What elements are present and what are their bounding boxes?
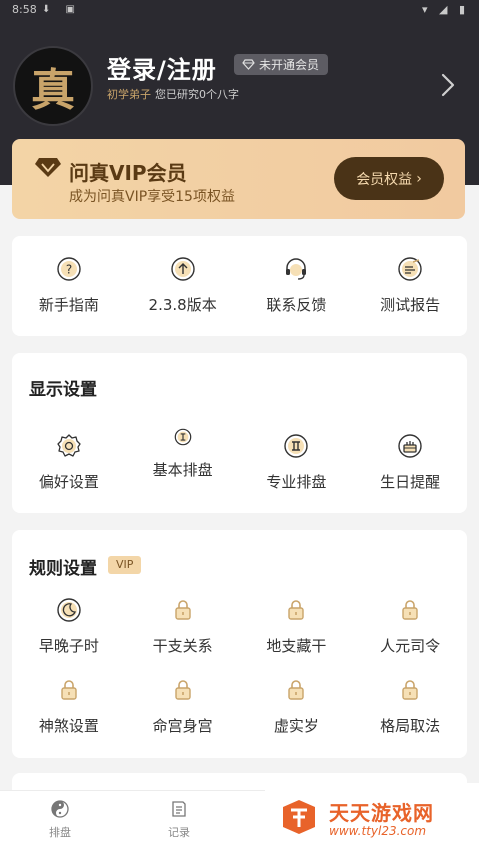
lock-icon — [288, 600, 305, 620]
display-settings-card: 显示设置 偏好设置 基本排盘 专业排盘 生日提醒 — [12, 353, 467, 513]
display-settings-grid: 偏好设置 基本排盘 专业排盘 生日提醒 — [12, 428, 467, 492]
rule-label: 格局取法 — [380, 717, 441, 735]
lock-icon — [402, 600, 418, 620]
tab-label: 记录 — [168, 826, 190, 839]
pro-chart-icon — [284, 434, 309, 458]
upgrade-icon — [170, 257, 195, 281]
rule-label: 早晚子时 — [38, 637, 99, 655]
rule-early-late-zi[interactable]: 早晚子时 — [12, 597, 126, 656]
vip-tag: VIP — [108, 556, 142, 574]
quick-link-label: 新手指南 — [38, 296, 99, 314]
member-badge-label: 未开通会员 — [259, 58, 320, 72]
study-count: 您已研究0个八字 — [155, 88, 239, 101]
rule-label: 人元司令 — [380, 637, 441, 655]
diamond-icon — [242, 59, 255, 70]
profile-subline: 初学弟子 您已研究0个八字 — [107, 86, 239, 102]
user-level: 初学弟子 — [107, 88, 151, 101]
chevron-right-small-icon: › — [416, 170, 422, 187]
rule-renyuan-siling[interactable]: 人元司令 — [353, 597, 467, 656]
rule-label: 地支藏干 — [266, 637, 327, 655]
notification-icons: ⬇ ▣ — [42, 4, 82, 15]
status-bar: 8:58 ⬇ ▣ ▾ ◢ ▮ — [0, 0, 479, 20]
cake-icon — [398, 434, 422, 458]
lock-icon — [61, 680, 77, 700]
site-logo-icon — [283, 800, 315, 834]
quick-link-guide[interactable]: ? 新手指南 — [12, 256, 126, 315]
chart-icon — [174, 428, 191, 446]
vip-title: 问真VIP会员 — [69, 161, 187, 185]
vip-diamond-icon — [35, 158, 61, 177]
rule-ganzhi-relations[interactable]: 干支关系 — [126, 597, 240, 656]
tab-label: 排盘 — [49, 826, 71, 839]
question-icon: ? — [57, 257, 81, 281]
lock-icon — [174, 680, 191, 700]
rule-label: 神煞设置 — [38, 717, 99, 735]
svg-text:?: ? — [66, 263, 72, 277]
quick-link-report[interactable]: 测试报告 — [353, 256, 467, 315]
setting-pro-chart[interactable]: 专业排盘 — [240, 433, 354, 492]
member-status-badge[interactable]: 未开通会员 — [234, 54, 329, 75]
setting-label: 生日提醒 — [380, 473, 441, 491]
watermark-url: www.ttyl23.com — [329, 824, 427, 838]
watermark-title: 天天游戏网 — [329, 801, 434, 825]
tab-paipan[interactable]: 排盘 — [20, 791, 100, 840]
setting-label: 偏好设置 — [38, 473, 99, 491]
rule-settings-grid-row1: 早晚子时 干支关系 地支藏干 人元司令 — [12, 597, 467, 656]
lock-icon — [402, 680, 418, 700]
rule-settings-title: 规则设置 — [29, 559, 97, 579]
watermark: 天天游戏网 www.ttyl23.com — [265, 783, 479, 851]
vip-banner[interactable]: 问真VIP会员 成为问真VIP享受15项权益 会员权益 › — [12, 139, 465, 219]
rule-settings-card: 规则设置 VIP 早晚子时 干支关系 地支藏干 人元司令 神煞设置 命宫身宫 虚… — [12, 530, 467, 758]
quick-link-feedback[interactable]: 联系反馈 — [240, 256, 354, 315]
gear-icon — [57, 434, 81, 457]
vip-benefits-label: 会员权益 — [356, 171, 413, 188]
chevron-right-icon[interactable] — [438, 70, 458, 100]
vip-benefits-button[interactable]: 会员权益 › — [334, 157, 444, 200]
quick-links-card: ? 新手指南 2.3.8版本 联系反馈 测试报告 — [12, 236, 467, 336]
rule-settings-grid-row2: 神煞设置 命宫身宫 虚实岁 格局取法 — [12, 677, 467, 736]
setting-label: 专业排盘 — [266, 473, 327, 491]
signal-battery-icons: ▾ ◢ ▮ — [421, 3, 469, 16]
avatar[interactable]: 真 — [13, 46, 93, 126]
vip-subtitle: 成为问真VIP享受15项权益 — [69, 189, 235, 205]
setting-label: 基本排盘 — [152, 461, 213, 479]
avatar-glyph: 真 — [31, 65, 75, 116]
rule-label: 虚实岁 — [273, 717, 319, 735]
display-settings-title: 显示设置 — [29, 380, 97, 400]
setting-birthday-reminder[interactable]: 生日提醒 — [353, 433, 467, 492]
rule-pattern-method[interactable]: 格局取法 — [353, 677, 467, 736]
login-register-link[interactable]: 登录/注册 — [107, 50, 217, 85]
quick-link-label: 联系反馈 — [266, 296, 327, 314]
setting-basic-chart[interactable]: 基本排盘 — [126, 427, 240, 492]
rule-shensha[interactable]: 神煞设置 — [12, 677, 126, 736]
report-icon — [398, 257, 422, 281]
notes-icon — [172, 801, 186, 817]
rule-label: 命宫身宫 — [152, 717, 213, 735]
lock-icon — [174, 600, 191, 620]
rule-hidden-stems[interactable]: 地支藏干 — [240, 597, 354, 656]
quick-link-label: 2.3.8版本 — [148, 296, 217, 314]
moon-icon — [57, 598, 81, 622]
yinyang-icon — [51, 800, 69, 818]
quick-links-grid: ? 新手指南 2.3.8版本 联系反馈 测试报告 — [12, 256, 467, 315]
quick-link-version[interactable]: 2.3.8版本 — [126, 256, 240, 315]
quick-link-label: 测试报告 — [380, 296, 441, 314]
tab-records[interactable]: 记录 — [139, 791, 219, 840]
headset-icon — [286, 258, 307, 280]
rule-age-counting[interactable]: 虚实岁 — [240, 677, 354, 736]
status-time: 8:58 — [12, 3, 37, 16]
lock-icon — [288, 680, 305, 700]
rule-minggong-shengong[interactable]: 命宫身宫 — [126, 677, 240, 736]
setting-preferences[interactable]: 偏好设置 — [12, 433, 126, 492]
rule-label: 干支关系 — [152, 637, 213, 655]
